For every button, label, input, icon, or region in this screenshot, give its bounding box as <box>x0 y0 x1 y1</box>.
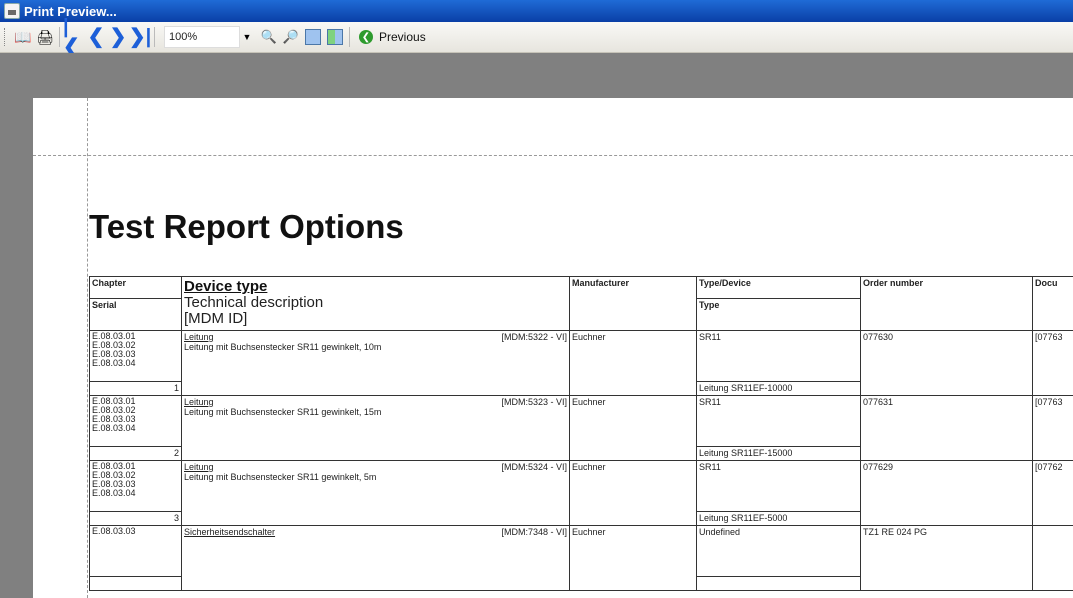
manufacturer-cell: Euchner <box>570 396 697 461</box>
table-row: E.08.03.01E.08.03.02E.08.03.03E.08.03.04… <box>90 396 1073 447</box>
type-cell: Leitung SR11EF-10000 <box>697 382 861 396</box>
device-line: [MDM:5322 - VI] Leitung <box>184 332 567 342</box>
document-cell: [07763 <box>1033 331 1073 396</box>
type-cell <box>697 577 861 591</box>
document-cell <box>1033 526 1073 591</box>
header-chapter: Chapter <box>90 277 182 299</box>
header-document: Docu <box>1033 277 1073 331</box>
chapter-cell: E.08.03.01E.08.03.02E.08.03.03E.08.03.04 <box>90 331 182 382</box>
zoom-out-icon[interactable]: 🔍 <box>258 26 280 48</box>
table-row: E.08.03.03 [MDM:7348 - VI] Sicherheitsends… <box>90 526 1073 577</box>
type-device-cell: SR11 <box>697 461 861 512</box>
manufacturer-cell: Euchner <box>570 331 697 396</box>
header-technical-description: Technical description <box>184 295 567 311</box>
print-icon[interactable]: 🖨 <box>34 26 56 48</box>
order-number-cell: 077629 <box>861 461 1033 526</box>
previous-page-icon[interactable]: ❮ <box>85 26 107 48</box>
serial-cell <box>90 577 182 591</box>
toolbar: 📖 🖨 |❮ ❮ ❯ ❯| 100% ▼ 🔍 🔎 ❮ Previous <box>0 22 1073 53</box>
first-page-icon[interactable]: |❮ <box>63 26 85 48</box>
header-device-type: Device type <box>184 278 567 295</box>
type-device-cell: SR11 <box>697 396 861 447</box>
manufacturer-cell: Euchner <box>570 461 697 526</box>
header-order-number: Order number <box>861 277 1033 331</box>
device-description: Leitung mit Buchsenstecker SR11 gewinkel… <box>184 342 567 352</box>
order-number-cell: TZ1 RE 024 PG <box>861 526 1033 591</box>
one-page-icon[interactable] <box>305 29 321 45</box>
previous-button[interactable]: ❮ Previous <box>353 26 432 48</box>
report-table: Chapter Device type Technical descriptio… <box>89 276 1073 591</box>
header-type-device: Type/Device <box>697 277 861 299</box>
device-mdm: [MDM:7348 - VI] <box>501 527 567 537</box>
type-device-cell: SR11 <box>697 331 861 382</box>
device-cell: [MDM:5322 - VI] LeitungLeitung mit Buchse… <box>182 331 570 396</box>
toolbar-grip[interactable] <box>4 28 8 46</box>
device-cell: [MDM:5324 - VI] LeitungLeitung mit Buchse… <box>182 461 570 526</box>
device-line: [MDM:5323 - VI] Leitung <box>184 397 567 407</box>
header-serial: Serial <box>90 299 182 331</box>
report-page: Test Report Options Chapter Device type … <box>33 98 1073 598</box>
document-cell: [07763 <box>1033 396 1073 461</box>
previous-label: Previous <box>379 30 426 44</box>
serial-cell: 3 <box>90 512 182 526</box>
zoom-select[interactable]: 100% <box>164 26 240 48</box>
chevron-down-icon[interactable]: ▼ <box>240 27 254 47</box>
back-arrow-icon: ❮ <box>359 30 373 44</box>
table-row: E.08.03.01E.08.03.02E.08.03.03E.08.03.04… <box>90 331 1073 382</box>
device-name: Leitung <box>184 397 214 407</box>
preview-area[interactable]: Test Report Options Chapter Device type … <box>0 53 1073 588</box>
report-title: Test Report Options <box>89 208 404 246</box>
type-device-cell: Undefined <box>697 526 861 577</box>
document-cell: [07762 <box>1033 461 1073 526</box>
printer-app-icon <box>4 3 20 19</box>
type-cell: Leitung SR11EF-5000 <box>697 512 861 526</box>
device-mdm: [MDM:5323 - VI] <box>501 397 567 407</box>
margin-guide-vertical <box>87 98 88 598</box>
device-mdm: [MDM:5324 - VI] <box>501 462 567 472</box>
chapter-code: E.08.03.03 <box>92 527 179 536</box>
serial-cell: 2 <box>90 447 182 461</box>
device-cell: [MDM:5323 - VI] LeitungLeitung mit Buchse… <box>182 396 570 461</box>
header-type: Type <box>697 299 861 331</box>
toolbar-separator <box>59 27 60 47</box>
chapter-code: E.08.03.04 <box>92 359 179 368</box>
header-mdm-id: [MDM ID] <box>184 311 567 327</box>
margin-guide-horizontal <box>33 155 1073 156</box>
chapter-cell: E.08.03.03 <box>90 526 182 577</box>
toolbar-separator <box>154 27 155 47</box>
last-page-icon[interactable]: ❯| <box>129 26 151 48</box>
order-number-cell: 077630 <box>861 331 1033 396</box>
device-line: [MDM:5324 - VI] Leitung <box>184 462 567 472</box>
serial-cell: 1 <box>90 382 182 396</box>
page-setup-icon[interactable]: 📖 <box>12 26 34 48</box>
manufacturer-cell: Euchner <box>570 526 697 591</box>
order-number-cell: 077631 <box>861 396 1033 461</box>
device-mdm: [MDM:5322 - VI] <box>501 332 567 342</box>
multi-page-icon[interactable] <box>327 29 343 45</box>
chapter-code: E.08.03.04 <box>92 489 179 498</box>
next-page-icon[interactable]: ❯ <box>107 26 129 48</box>
table-row: E.08.03.01E.08.03.02E.08.03.03E.08.03.04… <box>90 461 1073 512</box>
device-description: Leitung mit Buchsenstecker SR11 gewinkel… <box>184 407 567 417</box>
toolbar-separator <box>349 27 350 47</box>
zoom-in-icon[interactable]: 🔎 <box>280 26 302 48</box>
device-name: Leitung <box>184 462 214 472</box>
device-description: Leitung mit Buchsenstecker SR11 gewinkel… <box>184 472 567 482</box>
title-bar: Print Preview... <box>0 0 1073 22</box>
header-manufacturer: Manufacturer <box>570 277 697 331</box>
device-name: Leitung <box>184 332 214 342</box>
chapter-cell: E.08.03.01E.08.03.02E.08.03.03E.08.03.04 <box>90 396 182 447</box>
device-name: Sicherheitsendschalter <box>184 527 275 537</box>
device-line: [MDM:7348 - VI] Sicherheitsendschalter <box>184 527 567 537</box>
type-cell: Leitung SR11EF-15000 <box>697 447 861 461</box>
header-device-type-cell: Device type Technical description [MDM I… <box>182 277 570 331</box>
chapter-cell: E.08.03.01E.08.03.02E.08.03.03E.08.03.04 <box>90 461 182 512</box>
chapter-code: E.08.03.04 <box>92 424 179 433</box>
device-cell: [MDM:7348 - VI] Sicherheitsendschalter <box>182 526 570 591</box>
